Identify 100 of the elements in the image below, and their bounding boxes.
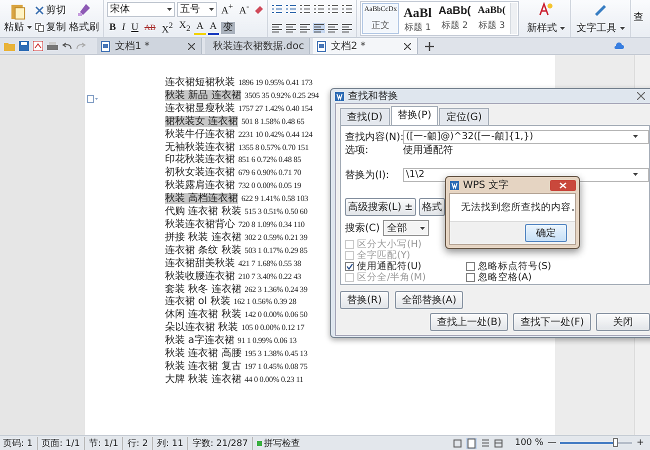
document-line: 秋装 连衣裙 高腰 195 3 1.38% 0.45 13	[165, 348, 308, 360]
font-size-select[interactable]: 五号	[177, 2, 218, 17]
document-line: 连衣裙甜美秋装 421 7 1.68% 0.55 38	[165, 258, 302, 270]
zoom-percent: 100 %	[514, 438, 544, 448]
replace-button[interactable]: 全部替换(A)	[394, 291, 464, 309]
format-button[interactable]: X$^{2}$	[160, 20, 175, 36]
toolbar-label: 查	[632, 10, 644, 25]
zoom-out-button[interactable]: —	[547, 438, 556, 448]
color-button[interactable]: A	[208, 20, 219, 35]
font-family-select[interactable]: 宋体	[107, 2, 176, 17]
style-item[interactable]: AaBl 标题 1	[399, 3, 436, 34]
options-label: 选项:	[345, 144, 370, 156]
pdf-icon[interactable]	[33, 41, 43, 51]
sparkle-icon	[538, 2, 554, 16]
document-line: 印花秋装连衣裙 851 6 0.72% 0.48 85	[165, 154, 302, 166]
dialog-tab[interactable]: 定位(G)	[439, 108, 489, 125]
copy-button[interactable]: 复制	[35, 20, 66, 34]
document-line: 秋装连衣裙背心 720 8 1.09% 0.34 110	[165, 218, 305, 232]
eraser-icon	[253, 4, 264, 15]
align-icon	[313, 22, 326, 33]
page-view-icon[interactable]	[466, 438, 477, 448]
print-icon[interactable]	[47, 42, 58, 50]
close-icon[interactable]	[404, 42, 411, 50]
new-style-button[interactable]: 新样式	[522, 0, 572, 37]
document-line: 初秋女装连衣裙 679 6 0.90% 0.71 70	[165, 167, 302, 180]
outline-view-icon[interactable]	[480, 438, 490, 448]
replace-button[interactable]: 替换(R)	[340, 291, 389, 309]
document-line: 秋装露肩连衣裙 732 0 0.00% 0.05 19	[165, 180, 302, 192]
cloud-icon[interactable]	[614, 42, 624, 50]
document-line: 秋装收腰连衣裙 210 7 3.40% 0.22 43	[165, 270, 302, 284]
fullscreen-icon[interactable]	[452, 438, 462, 448]
spell-check-button[interactable]: 拼写检查	[256, 436, 300, 450]
status-item: 页码: 1	[3, 436, 38, 450]
caret-icon	[167, 8, 172, 11]
style-item[interactable]: AaBb( 标题 2	[436, 3, 474, 34]
document-line: 秋装 新品 连衣裙 3505 35 0.92% 0.25 294	[165, 90, 319, 102]
checkbox[interactable]	[466, 273, 475, 282]
zoom-in-button[interactable]: +	[636, 438, 644, 448]
document-line: 裙秋装女 连衣裙 501 8 1.58% 0.48 65	[165, 116, 304, 128]
status-item: 列: 11	[157, 436, 188, 450]
style-item[interactable]: AaBb( 标题 3	[473, 3, 510, 34]
caret-icon	[620, 26, 625, 30]
format-button[interactable]: AB	[142, 22, 158, 34]
list-icon	[299, 4, 312, 14]
dialog-tab[interactable]: 替换(P)	[390, 106, 438, 125]
status-item: 节: 1/1	[89, 436, 124, 450]
caret-icon	[633, 173, 638, 176]
grow-font-button[interactable]: A$^{+}$	[219, 1, 236, 18]
format-button[interactable]: X$_{2}$	[176, 20, 192, 36]
dialog-tab[interactable]: 查找(D)	[340, 108, 390, 125]
gallery-scrollbar[interactable]	[510, 3, 518, 34]
list-icon	[313, 4, 326, 14]
new-tab-icon[interactable]	[425, 42, 434, 50]
document-tab[interactable]: 文档1 *	[97, 38, 202, 54]
document-tab[interactable]: 秋装连衣裙数据.doc	[205, 38, 310, 54]
close-icon[interactable]	[188, 42, 195, 50]
find-field[interactable]: ([一-龥]@)^32([一-龥]{1,})	[403, 130, 649, 144]
align-icon	[285, 22, 298, 33]
document-line: 朵以连衣裙 秋装 105 0 0.00% 0.12 17	[165, 322, 304, 334]
paste-button[interactable]: 粘贴	[3, 1, 34, 36]
checkbox-label: 区分全/半角(M)	[357, 271, 426, 284]
dialog-button[interactable]: 关闭	[596, 313, 650, 331]
copy-icon	[35, 22, 44, 32]
close-icon[interactable]	[637, 92, 645, 100]
document-icon	[101, 40, 111, 52]
checkbox[interactable]	[466, 262, 475, 271]
format-button[interactable]: U	[129, 22, 140, 34]
save-icon[interactable]	[19, 41, 29, 51]
list-icon	[271, 4, 284, 14]
search-select[interactable]: 全部	[382, 220, 429, 236]
text-tools-button[interactable]: 文字工具	[571, 0, 631, 37]
shrink-font-button[interactable]: A$^{-}$	[237, 1, 252, 18]
format-button[interactable]: I	[120, 22, 128, 34]
caret-icon	[560, 26, 566, 30]
document-line: 秋装牛仔连衣裙 2231 10 0.42% 0.44 124	[165, 128, 312, 142]
color-button[interactable]: 变	[220, 22, 235, 34]
document-line: 代购 连衣裙 秋装 515 3 0.51% 0.50 60	[165, 206, 308, 218]
status-item: 页面: 1/1	[42, 436, 86, 450]
brush-icon	[77, 3, 92, 17]
format-button[interactable]: B	[107, 22, 118, 34]
advanced-search-button[interactable]: 高级搜索(L) ±	[345, 198, 416, 216]
format-painter-button[interactable]: 格式刷	[68, 1, 100, 36]
web-view-icon[interactable]	[494, 438, 503, 448]
document-line: 无袖秋装连衣裙 1355 8 0.57% 0.70 151	[165, 142, 309, 154]
undo-icon[interactable]	[62, 42, 72, 50]
dialog-button[interactable]: 查找下一处(F)	[513, 313, 591, 331]
ok-button[interactable]: 确定	[525, 224, 567, 242]
close-icon[interactable]	[550, 180, 576, 190]
dialog-button[interactable]: 查找上一处(B)	[430, 313, 508, 331]
checkbox-label: 全字匹配(Y)	[357, 249, 410, 261]
checkbox[interactable]	[345, 262, 354, 271]
align-icon	[271, 22, 284, 33]
caret-icon	[633, 135, 638, 138]
format-button[interactable]: 格式	[418, 198, 445, 216]
align-icon	[327, 22, 340, 33]
list-icon	[327, 4, 340, 14]
cut-button[interactable]: 剪切	[35, 3, 66, 17]
document-line: 连衣裙短裙秋装 1896 19 0.95% 0.41 173	[165, 77, 312, 90]
document-tab[interactable]: 文档2 *	[313, 38, 418, 54]
color-button[interactable]: A	[194, 20, 206, 35]
